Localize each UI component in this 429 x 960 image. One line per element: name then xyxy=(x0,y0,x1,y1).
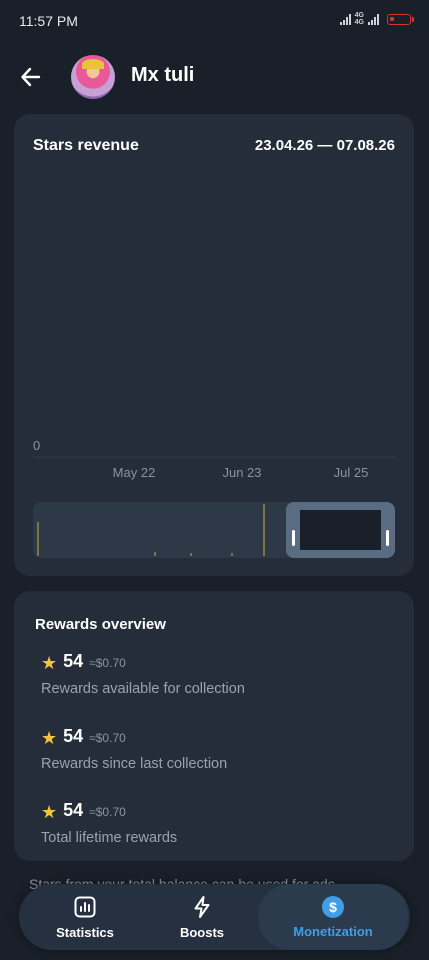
reward-item: ★ 54 ≈$0.70 Rewards available for collec… xyxy=(41,651,245,697)
reward-caption: Rewards available for collection xyxy=(41,681,245,697)
y-tick-label: 0 xyxy=(33,438,41,453)
tab-label: Boosts xyxy=(179,924,225,940)
tab-label: Statistics xyxy=(56,924,114,940)
navigator-right-handle[interactable] xyxy=(386,530,389,546)
rewards-title: Rewards overview xyxy=(35,616,166,633)
rewards-overview-card: Rewards overview ★ 54 ≈$0.70 Rewards ava… xyxy=(14,591,414,861)
back-arrow-icon[interactable] xyxy=(18,64,44,90)
bar-chart-icon xyxy=(74,896,96,917)
reward-usd: ≈$0.70 xyxy=(89,656,126,670)
star-icon: ★ xyxy=(41,653,58,673)
reward-caption: Total lifetime rewards xyxy=(41,830,178,846)
star-icon: ★ xyxy=(41,728,58,748)
navigator-left-handle[interactable] xyxy=(292,530,295,546)
reward-usd: ≈$0.70 xyxy=(89,805,126,819)
network-type-label: 4G xyxy=(354,12,364,19)
status-icons: 4G 4G xyxy=(339,12,414,26)
tab-monetization[interactable]: $ Monetization xyxy=(258,884,408,950)
dollar-coin-icon: $ xyxy=(322,895,344,918)
chat-header: Mx tuli xyxy=(0,50,429,104)
status-bar: 11:57 PM 4G 4G xyxy=(0,0,429,40)
star-icon: ★ xyxy=(41,802,58,822)
x-tick-label: Jun 23 xyxy=(222,465,262,480)
avatar[interactable] xyxy=(71,55,115,99)
tab-boosts[interactable]: Boosts xyxy=(147,884,257,950)
chat-name[interactable]: Mx tuli xyxy=(131,64,194,87)
revenue-chart xyxy=(33,456,395,458)
bottom-tab-bar: Statistics Boosts $ Monetization xyxy=(19,884,410,950)
reward-amount: 54 xyxy=(63,651,84,671)
x-tick-label: Jul 25 xyxy=(333,465,369,480)
chart-range-navigator[interactable] xyxy=(33,502,395,558)
stars-revenue-card: Stars revenue 23.04.26 — 07.08.26 0 May … xyxy=(14,114,414,576)
x-tick-label: May 22 xyxy=(112,465,156,480)
reward-caption: Rewards since last collection xyxy=(41,756,228,772)
lightning-icon xyxy=(194,895,210,918)
status-time: 11:57 PM xyxy=(19,13,78,29)
tab-statistics[interactable]: Statistics xyxy=(29,884,141,950)
navigator-selection-window[interactable] xyxy=(286,502,395,558)
reward-amount: 54 xyxy=(63,726,84,746)
reward-item: ★ 54 ≈$0.70 Rewards since last collectio… xyxy=(41,726,227,772)
signal-icon-secondary xyxy=(368,13,379,25)
tab-label: Monetization xyxy=(293,923,373,939)
battery-low-icon xyxy=(387,13,414,25)
network-type-label-secondary: 4G xyxy=(354,19,364,26)
signal-icon xyxy=(339,13,351,25)
reward-usd: ≈$0.70 xyxy=(89,731,126,745)
reward-amount: 54 xyxy=(63,800,84,820)
reward-item: ★ 54 ≈$0.70 Total lifetime rewards xyxy=(41,800,177,846)
